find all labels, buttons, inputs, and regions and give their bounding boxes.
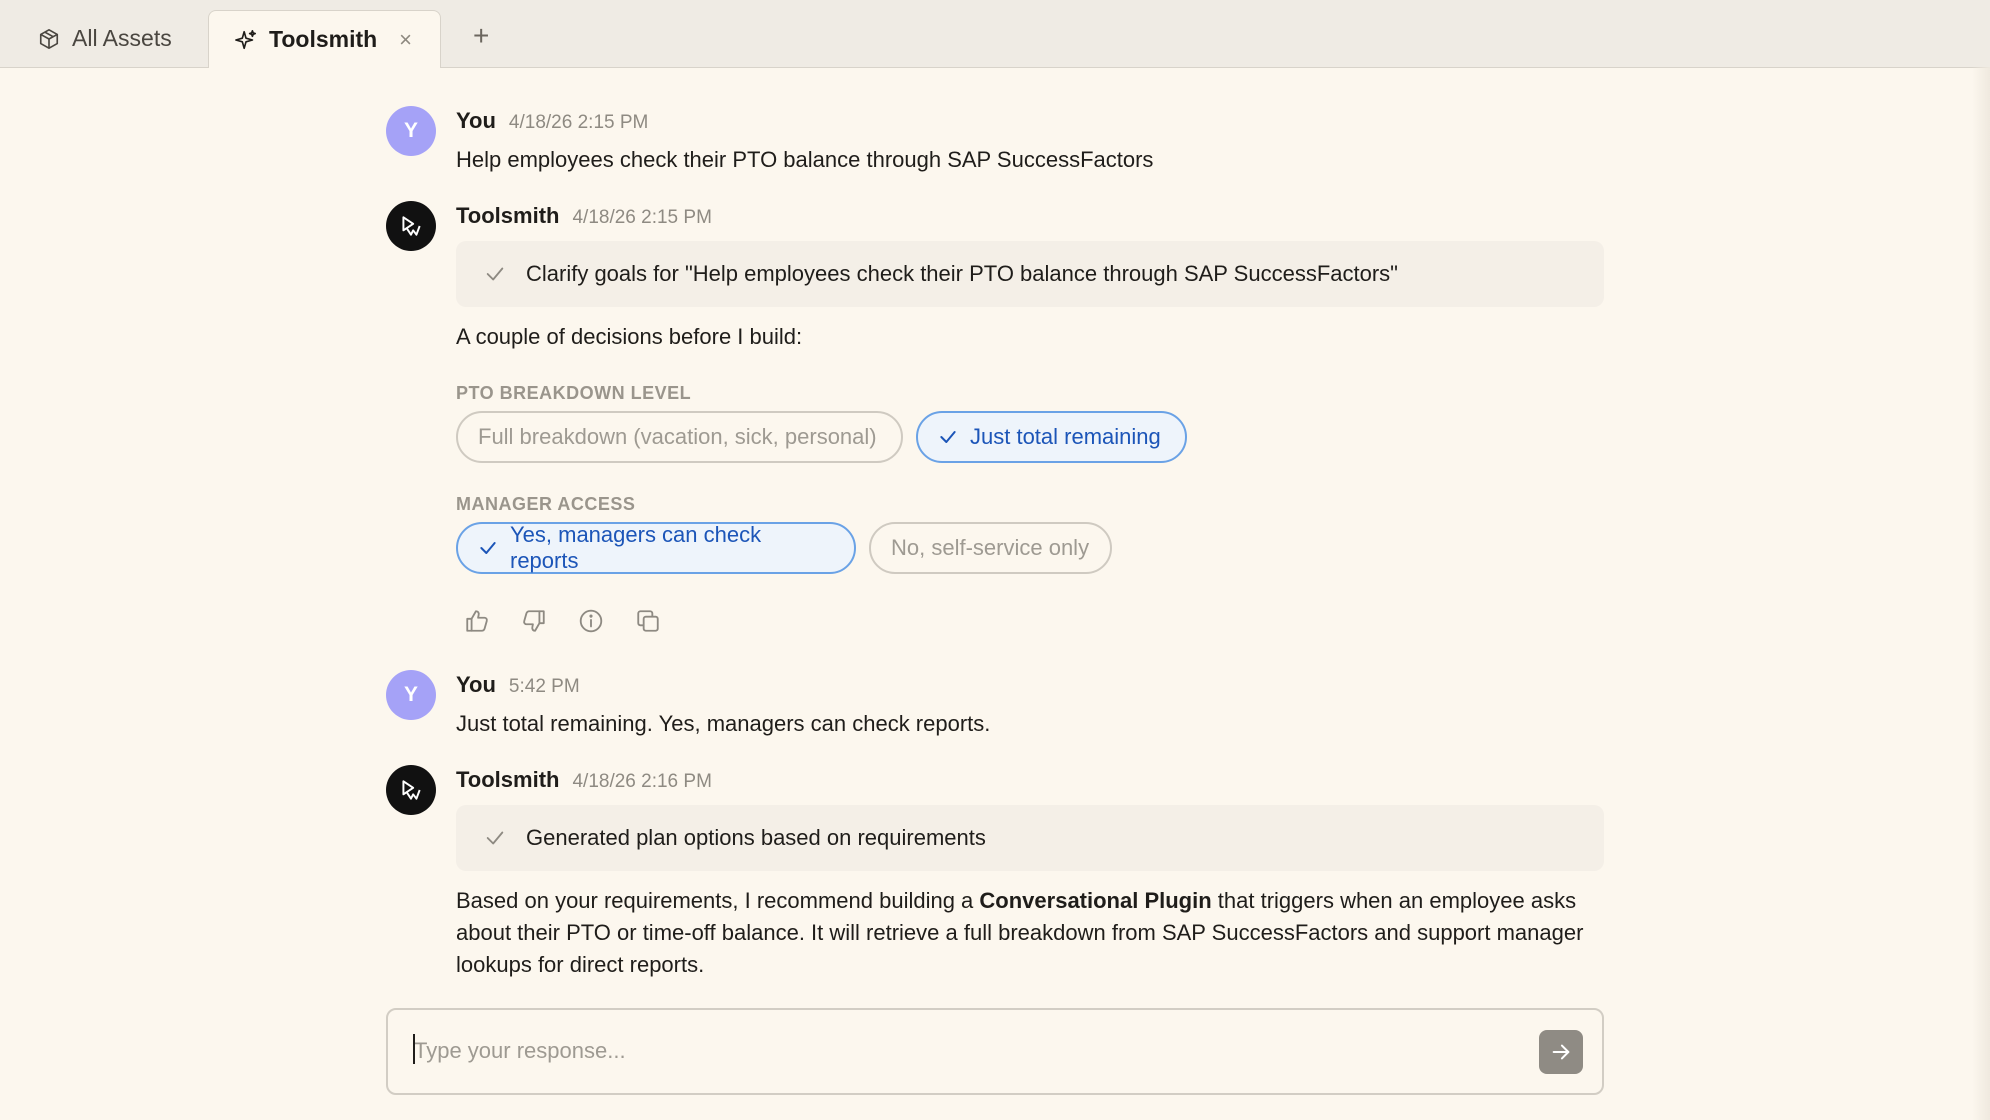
cube-icon (38, 28, 60, 50)
thumbs-up-icon[interactable] (464, 608, 492, 636)
timestamp: 4/18/26 2:15 PM (572, 207, 712, 228)
option-label: Yes, managers can check reports (510, 522, 762, 573)
step-status: Clarify goals for "Help employees check … (456, 241, 1604, 307)
option-label: No, self-service only (891, 535, 1090, 560)
response-input[interactable] (412, 1030, 1516, 1072)
info-icon[interactable] (578, 608, 606, 636)
close-tab-icon[interactable]: × (399, 27, 412, 53)
tab-all-assets[interactable]: All Assets (38, 10, 172, 67)
author-name: You (456, 108, 496, 133)
scroll-edge-shadow (1972, 67, 1990, 1120)
arrow-right-icon (1552, 1044, 1570, 1060)
text-segment: Based on your requirements, I recommend … (456, 888, 980, 913)
message-header: You 5:42 PM (456, 672, 580, 698)
tab-all-assets-label: All Assets (72, 25, 172, 51)
recommendation-line: Based on your requirements, I recommend … (456, 885, 1616, 917)
new-tab-button[interactable]: + (473, 22, 489, 50)
toolsmith-logo-icon (402, 216, 421, 236)
option-full-breakdown[interactable]: Full breakdown (vacation, sick, personal… (456, 411, 903, 463)
message-header: Toolsmith 4/18/26 2:16 PM (456, 767, 712, 793)
timestamp: 5:42 PM (508, 676, 580, 697)
text-caret (413, 1034, 415, 1064)
decision-intro: A couple of decisions before I build: (456, 324, 803, 349)
tab-toolsmith[interactable]: Toolsmith × (208, 10, 441, 68)
plugin-type-name: Conversational Plugin (979, 888, 1212, 913)
step-text: Generated plan options based on requirem… (526, 825, 986, 850)
timestamp: 4/18/26 2:15 PM (508, 112, 649, 133)
recommendation-text: Based on your requirements, I recommend … (456, 885, 1616, 981)
response-composer (386, 1008, 1604, 1095)
check-icon (484, 263, 506, 285)
toolsmith-logo-icon (402, 780, 421, 800)
pto-breakdown-label: PTO BREAKDOWN LEVEL (456, 383, 692, 403)
thumbs-down-icon[interactable] (521, 608, 549, 636)
user-avatar: Y (386, 106, 436, 156)
option-just-total-remaining[interactable]: Just total remaining (916, 411, 1187, 463)
check-icon (484, 827, 506, 849)
toolsmith-avatar (386, 765, 436, 815)
author-name: Toolsmith (456, 203, 560, 228)
sparkle-icon (235, 29, 257, 51)
step-status: Generated plan options based on requirem… (456, 805, 1604, 871)
text-segment: that triggers when an employee asks (1211, 888, 1577, 913)
step-text: Clarify goals for "Help employees check … (526, 261, 1398, 286)
message-header: You 4/18/26 2:15 PM (456, 108, 648, 134)
tab-bar: All Assets Toolsmith × + (0, 0, 1990, 68)
message-text: Just total remaining. Yes, managers can … (456, 711, 991, 736)
message-text: Help employees check their PTO balance t… (456, 147, 1154, 172)
option-self-service-only[interactable]: No, self-service only (869, 522, 1112, 574)
copy-icon[interactable] (635, 608, 663, 636)
check-icon (938, 427, 958, 447)
toolsmith-avatar (386, 201, 436, 251)
recommendation-line: lookups for direct reports. (456, 952, 705, 977)
tab-toolsmith-label: Toolsmith (269, 26, 378, 52)
message-actions (464, 608, 692, 636)
message-header: Toolsmith 4/18/26 2:15 PM (456, 203, 712, 229)
option-label: Full breakdown (vacation, sick, personal… (478, 424, 877, 449)
author-name: Toolsmith (456, 767, 560, 792)
check-icon (478, 538, 498, 558)
author-name: You (456, 672, 496, 697)
option-managers-can-check[interactable]: Yes, managers can check reports (456, 522, 856, 574)
option-label: Just total remaining (970, 424, 1161, 449)
timestamp: 4/18/26 2:16 PM (572, 771, 712, 792)
send-button[interactable] (1539, 1030, 1583, 1074)
manager-access-label: MANAGER ACCESS (456, 494, 636, 514)
recommendation-line: about their PTO or time-off balance. It … (456, 920, 1584, 945)
user-avatar: Y (386, 670, 436, 720)
